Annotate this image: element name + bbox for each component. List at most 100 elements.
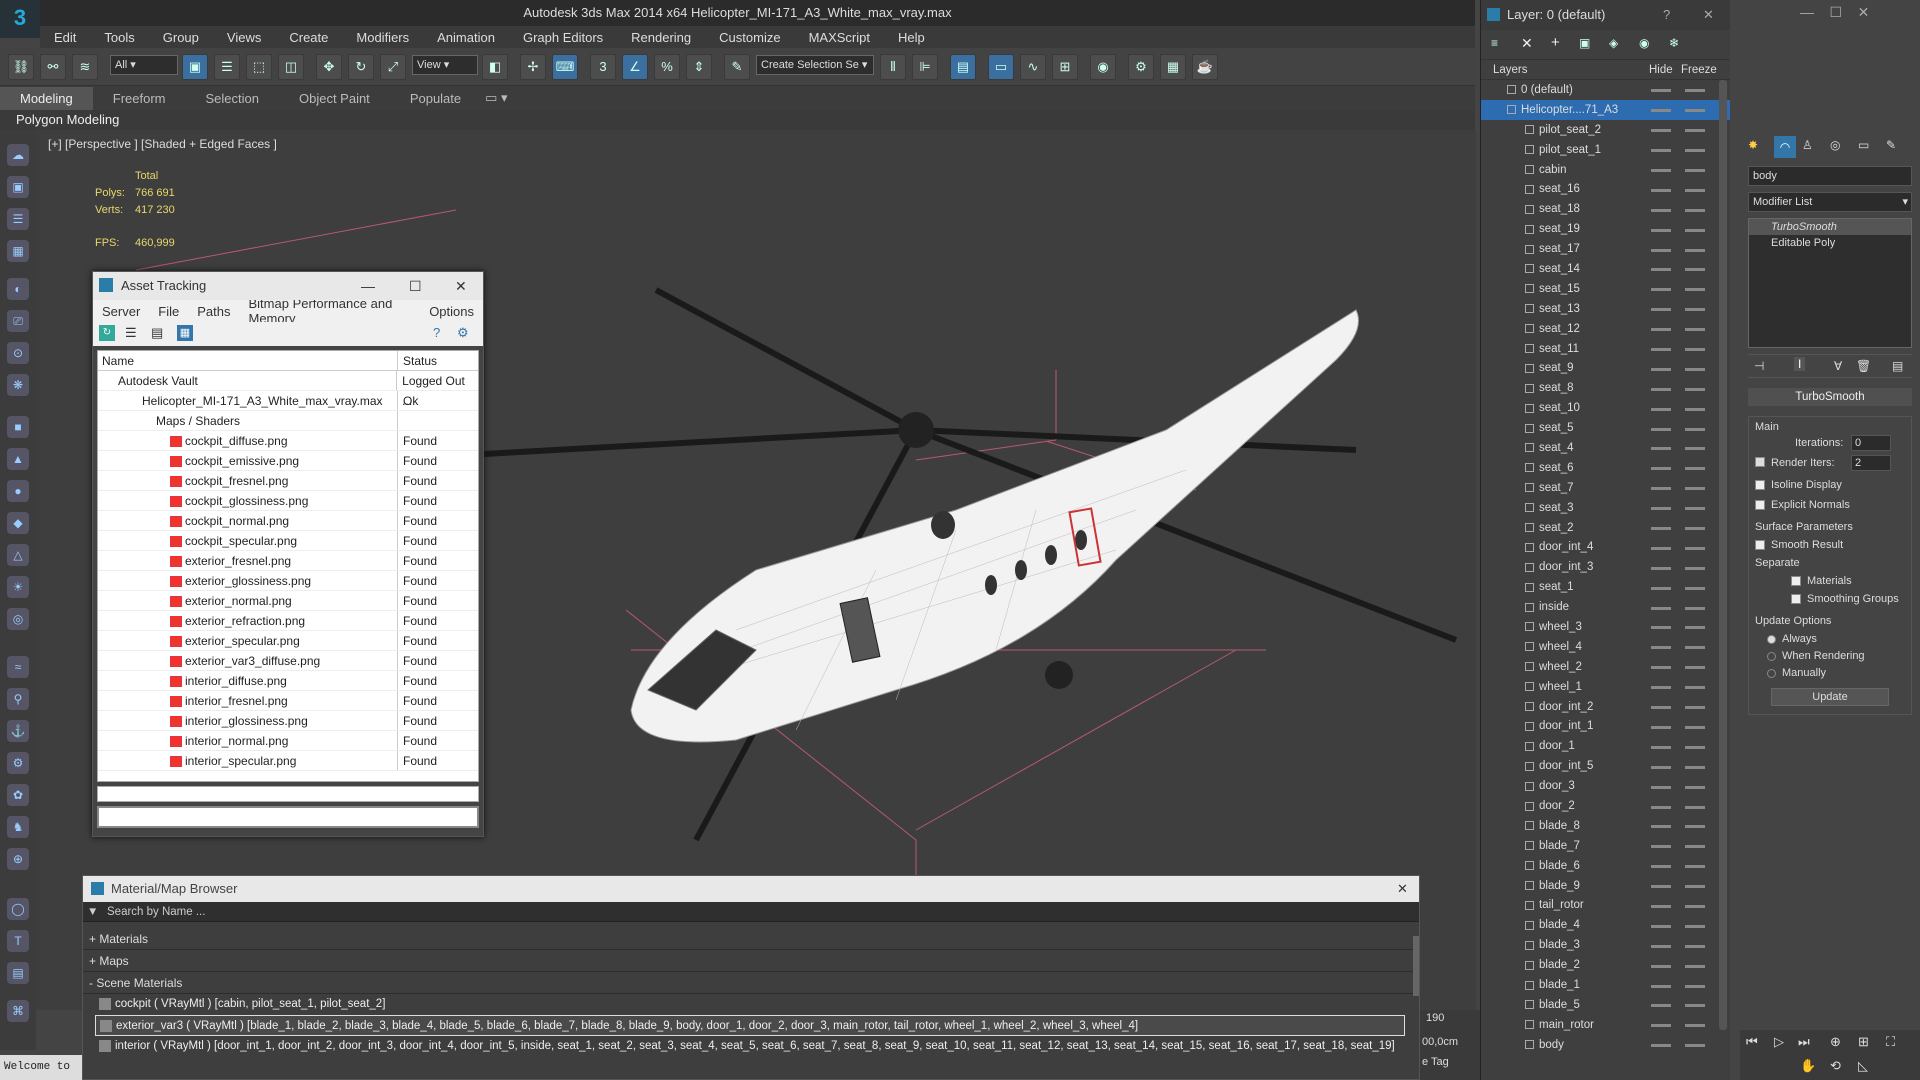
layer-hide-toggle[interactable]: ▬▬: [1651, 661, 1671, 672]
layer-freeze-toggle[interactable]: ▬▬: [1685, 999, 1705, 1010]
orbit-icon[interactable]: ⟲: [1830, 1058, 1841, 1074]
maximize-viewport-icon[interactable]: ⛶: [1886, 1034, 1895, 1050]
update-button[interactable]: Update: [1771, 688, 1889, 706]
show-end-result-icon[interactable]: I: [1794, 357, 1806, 371]
layer-hide-toggle[interactable]: ▬▬: [1651, 363, 1671, 374]
layer-hide-toggle[interactable]: ▬▬: [1651, 482, 1671, 493]
layer-freeze-toggle[interactable]: ▬▬: [1685, 860, 1705, 871]
material-search-bar[interactable]: ▼ Search by Name ...: [83, 902, 1419, 922]
layer-hide-toggle[interactable]: ▬▬: [1651, 980, 1671, 991]
layer-freeze-all-icon[interactable]: ❄: [1669, 36, 1679, 50]
curve-editor-icon[interactable]: ∿: [1020, 54, 1046, 80]
link-icon[interactable]: ⛓: [8, 54, 34, 80]
torus-icon[interactable]: ◎: [7, 608, 29, 630]
layer-freeze-toggle[interactable]: ▬▬: [1685, 363, 1705, 374]
layer-hide-toggle[interactable]: ▬▬: [1651, 701, 1671, 712]
layer-row[interactable]: door_int_1 ▬▬ ▬▬: [1481, 717, 1730, 737]
layer-delete-icon[interactable]: ✕: [1521, 35, 1533, 52]
layer-row[interactable]: pilot_seat_2 ▬▬ ▬▬: [1481, 120, 1730, 140]
layer-freeze-toggle[interactable]: ▬▬: [1685, 164, 1705, 175]
layer-row[interactable]: blade_4 ▬▬ ▬▬: [1481, 915, 1730, 935]
move-icon[interactable]: ✥: [316, 54, 342, 80]
layer-freeze-toggle[interactable]: ▬▬: [1685, 761, 1705, 772]
update-manually-radio[interactable]: [1767, 668, 1776, 678]
layer-freeze-toggle[interactable]: ▬▬: [1685, 84, 1705, 95]
material-exterior-var3[interactable]: exterior_var3 ( VRayMtl ) [blade_1, blad…: [95, 1015, 1405, 1036]
select-by-name-icon[interactable]: ☰: [214, 54, 240, 80]
render-setup-icon[interactable]: ⚙: [1128, 54, 1154, 80]
layer-hide-toggle[interactable]: ▬▬: [1651, 860, 1671, 871]
list-view-icon[interactable]: ☰: [125, 325, 141, 341]
layer-freeze-toggle[interactable]: ▬▬: [1685, 801, 1705, 812]
pan-icon[interactable]: ✋: [1800, 1058, 1816, 1074]
layer-hide-toggle[interactable]: ▬▬: [1651, 244, 1671, 255]
layer-row[interactable]: door_int_3 ▬▬ ▬▬: [1481, 557, 1730, 577]
spinner-snap-icon[interactable]: ⇕: [686, 54, 712, 80]
layer-help-icon[interactable]: ?: [1663, 0, 1670, 30]
layer-freeze-toggle[interactable]: ▬▬: [1685, 462, 1705, 473]
camera-icon[interactable]: ⎚: [7, 310, 29, 332]
layer-row[interactable]: door_1 ▬▬ ▬▬: [1481, 736, 1730, 756]
window-crossing-icon[interactable]: ◫: [278, 54, 304, 80]
smooth-result-checkbox[interactable]: [1755, 540, 1765, 551]
particle-icon[interactable]: ❋: [7, 374, 29, 396]
sphere-icon[interactable]: ●: [7, 480, 29, 502]
col-hide-header[interactable]: Hide: [1649, 64, 1673, 76]
viewport-label[interactable]: [+] [Perspective ] [Shaded + Edged Faces…: [48, 137, 277, 151]
layer-row[interactable]: seat_11 ▬▬ ▬▬: [1481, 339, 1730, 359]
layer-freeze-toggle[interactable]: ▬▬: [1685, 741, 1705, 752]
layer-row[interactable]: seat_1 ▬▬ ▬▬: [1481, 577, 1730, 597]
align-icon[interactable]: ⊫: [912, 54, 938, 80]
layer-freeze-toggle[interactable]: ▬▬: [1685, 403, 1705, 414]
layer-row[interactable]: wheel_3 ▬▬ ▬▬: [1481, 617, 1730, 637]
layer-freeze-toggle[interactable]: ▬▬: [1685, 721, 1705, 732]
configure-modifier-sets-icon[interactable]: ▤: [1892, 359, 1903, 373]
layer-add-icon[interactable]: +: [1551, 34, 1560, 51]
layer-hide-toggle[interactable]: ▬▬: [1651, 84, 1671, 95]
layer-freeze-toggle[interactable]: ▬▬: [1685, 602, 1705, 613]
go-to-start-icon[interactable]: ⏮: [1746, 1034, 1758, 1050]
layer-freeze-toggle[interactable]: ▬▬: [1685, 542, 1705, 553]
render-shot-icon[interactable]: ▤: [7, 962, 29, 984]
maximize-button[interactable]: ☐: [409, 272, 422, 300]
layer-hide-toggle[interactable]: ▬▬: [1651, 343, 1671, 354]
layer-freeze-toggle[interactable]: ▬▬: [1685, 840, 1705, 851]
menu-views[interactable]: Views: [213, 30, 275, 45]
layer-row[interactable]: Helicopter....71_A3 ▬▬ ▬▬: [1481, 99, 1730, 120]
layer-freeze-toggle[interactable]: ▬▬: [1685, 184, 1705, 195]
layer-row[interactable]: cabin ▬▬ ▬▬: [1481, 160, 1730, 180]
layer-row[interactable]: tail_rotor ▬▬ ▬▬: [1481, 896, 1730, 916]
rendered-frame-window-icon[interactable]: ▦: [1160, 54, 1186, 80]
layer-hide-toggle[interactable]: ▬▬: [1651, 462, 1671, 473]
asset-row[interactable]: cockpit_glossiness.png Found: [98, 491, 478, 511]
layer-hide-toggle[interactable]: ▬▬: [1651, 502, 1671, 513]
layer-hide-toggle[interactable]: ▬▬: [1651, 960, 1671, 971]
layer-freeze-toggle[interactable]: ▬▬: [1685, 621, 1705, 632]
layer-row[interactable]: seat_18 ▬▬ ▬▬: [1481, 199, 1730, 219]
table-view-icon[interactable]: ▦: [177, 325, 193, 341]
layer-row[interactable]: blade_7 ▬▬ ▬▬: [1481, 836, 1730, 856]
app-logo-icon[interactable]: 3: [0, 0, 40, 38]
named-selection-dropdown[interactable]: Create Selection Se ▾: [756, 55, 874, 75]
lamp-icon[interactable]: ◐: [7, 278, 29, 300]
layer-explorer-icon[interactable]: ▤: [950, 54, 976, 80]
layer-row[interactable]: blade_5 ▬▬ ▬▬: [1481, 995, 1730, 1015]
layer-freeze-toggle[interactable]: ▬▬: [1685, 820, 1705, 831]
field-of-view-icon[interactable]: ◺: [1858, 1058, 1868, 1074]
layer-highlight-icon[interactable]: ◈: [1609, 36, 1618, 50]
layer-row[interactable]: blade_8 ▬▬ ▬▬: [1481, 816, 1730, 836]
system-icon[interactable]: ⚓: [7, 720, 29, 742]
helper-icon[interactable]: ⊙: [7, 342, 29, 364]
scale-icon[interactable]: ⤢: [380, 54, 406, 80]
col-freeze-header[interactable]: Freeze: [1681, 64, 1717, 76]
layer-hide-all-icon[interactable]: ◉: [1639, 36, 1649, 50]
asset-row[interactable]: cockpit_diffuse.png Found: [98, 431, 478, 451]
layer-row[interactable]: main_rotor ▬▬ ▬▬: [1481, 1015, 1730, 1035]
layer-hide-toggle[interactable]: ▬▬: [1651, 602, 1671, 613]
layer-hide-toggle[interactable]: ▬▬: [1651, 283, 1671, 294]
globe-icon[interactable]: ⊕: [7, 848, 29, 870]
asset-row[interactable]: exterior_glossiness.png Found: [98, 571, 478, 591]
layer-hide-toggle[interactable]: ▬▬: [1651, 840, 1671, 851]
layer-hide-toggle[interactable]: ▬▬: [1651, 681, 1671, 692]
modify-tab-icon[interactable]: ◠: [1774, 136, 1796, 158]
